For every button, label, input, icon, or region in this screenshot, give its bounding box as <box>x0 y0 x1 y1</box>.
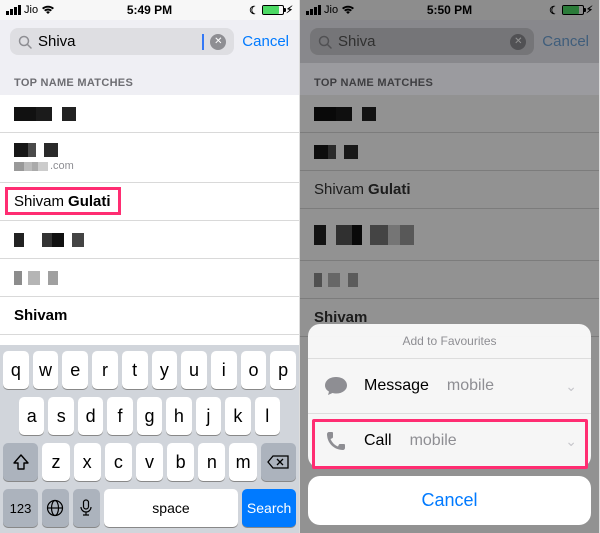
key-shift[interactable] <box>3 443 38 481</box>
action-sheet: Add to Favourites Message mobile ⌄ Call … <box>300 316 599 533</box>
search-icon <box>18 35 32 49</box>
sheet-title: Add to Favourites <box>308 324 591 359</box>
key-u[interactable]: u <box>181 351 207 389</box>
key-k[interactable]: k <box>225 397 250 435</box>
key-v[interactable]: v <box>136 443 163 481</box>
censored-name <box>14 143 74 157</box>
key-i[interactable]: i <box>211 351 237 389</box>
key-n[interactable]: n <box>198 443 225 481</box>
key-g[interactable]: g <box>137 397 162 435</box>
key-f[interactable]: f <box>107 397 132 435</box>
signal-icon <box>6 5 21 15</box>
key-y[interactable]: y <box>152 351 178 389</box>
clear-icon[interactable]: ✕ <box>210 34 226 50</box>
dnd-icon: ☾ <box>249 4 259 17</box>
key-x[interactable]: x <box>74 443 101 481</box>
key-a[interactable]: a <box>19 397 44 435</box>
key-z[interactable]: z <box>42 443 69 481</box>
key-numbers[interactable]: 123 <box>3 489 38 527</box>
wifi-icon <box>41 5 55 15</box>
key-backspace[interactable] <box>261 443 296 481</box>
cancel-search-button[interactable]: Cancel <box>242 33 289 50</box>
key-search[interactable]: Search <box>242 489 296 527</box>
carrier-label: Jio <box>24 4 38 16</box>
key-j[interactable]: j <box>196 397 221 435</box>
section-header: TOP NAME MATCHES <box>0 63 299 95</box>
result-row-shivam-gulati[interactable]: ShivamGulati <box>0 183 299 221</box>
action-sheet-card: Add to Favourites Message mobile ⌄ Call … <box>308 324 591 468</box>
result-row[interactable] <box>0 95 299 133</box>
key-o[interactable]: o <box>241 351 267 389</box>
censored-email <box>14 162 48 171</box>
censored-name <box>14 233 84 247</box>
search-input[interactable]: Shiva <box>38 33 199 50</box>
sheet-cancel-button[interactable]: Cancel <box>308 476 591 525</box>
result-row[interactable]: .com <box>0 133 299 183</box>
key-c[interactable]: c <box>105 443 132 481</box>
option-message[interactable]: Message mobile ⌄ <box>308 359 591 414</box>
option-type: mobile <box>447 377 494 395</box>
chevron-down-icon: ⌄ <box>565 378 577 395</box>
key-w[interactable]: w <box>33 351 59 389</box>
censored-name <box>14 271 58 285</box>
last-name: Gulati <box>68 193 111 210</box>
option-type: mobile <box>410 432 457 450</box>
screen-right: Jio 5:50 PM ☾ ⚡︎ Shiva ✕ Cancel TOP NAME… <box>300 0 600 533</box>
clock: 5:49 PM <box>127 3 172 17</box>
key-b[interactable]: b <box>167 443 194 481</box>
chevron-down-icon: ⌄ <box>565 433 577 450</box>
key-q[interactable]: q <box>3 351 29 389</box>
status-bar: Jio 5:49 PM ☾ ⚡︎ <box>0 0 299 20</box>
censored-name <box>14 107 76 121</box>
key-s[interactable]: s <box>48 397 73 435</box>
key-t[interactable]: t <box>122 351 148 389</box>
option-label: Call <box>364 432 392 450</box>
battery-icon <box>262 5 284 15</box>
keyboard: q w e r t y u i o p a s d f g h j k l z <box>0 345 299 533</box>
email-suffix: .com <box>50 160 74 172</box>
key-l[interactable]: l <box>255 397 280 435</box>
first-name: Shivam <box>14 193 64 210</box>
result-row[interactable] <box>0 221 299 259</box>
key-e[interactable]: e <box>62 351 88 389</box>
result-row[interactable] <box>0 259 299 297</box>
charging-icon: ⚡︎ <box>286 5 293 16</box>
option-call[interactable]: Call mobile ⌄ <box>308 414 591 468</box>
contact-name: Shivam <box>14 307 67 324</box>
screen-left: Jio 5:49 PM ☾ ⚡︎ Shiva ✕ Cancel TOP NAME… <box>0 0 300 533</box>
key-mic-icon[interactable] <box>73 489 100 527</box>
search-row: Shiva ✕ Cancel <box>0 20 299 63</box>
phone-icon <box>322 427 350 455</box>
search-box[interactable]: Shiva ✕ <box>10 28 234 55</box>
option-label: Message <box>364 377 429 395</box>
key-p[interactable]: p <box>270 351 296 389</box>
text-caret <box>202 34 204 50</box>
key-r[interactable]: r <box>92 351 118 389</box>
key-m[interactable]: m <box>229 443 256 481</box>
key-h[interactable]: h <box>166 397 191 435</box>
key-d[interactable]: d <box>78 397 103 435</box>
message-icon <box>322 372 350 400</box>
result-row[interactable]: Shivam <box>0 297 299 335</box>
key-globe-icon[interactable] <box>42 489 69 527</box>
key-space[interactable]: space <box>104 489 238 527</box>
